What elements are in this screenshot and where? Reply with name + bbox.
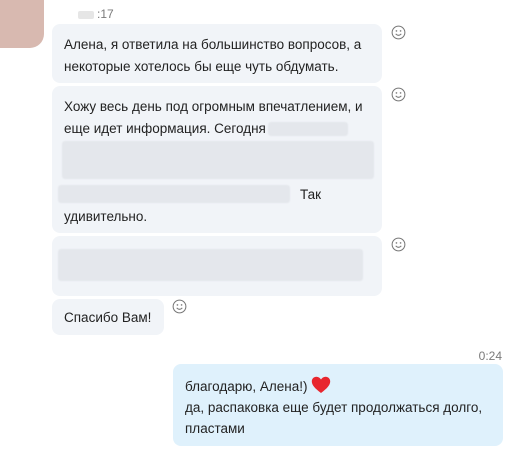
smiley-icon[interactable] — [391, 25, 406, 40]
message-text: некоторые хотелось бы еще чуть обдумать. — [64, 59, 339, 74]
redacted-text — [268, 122, 348, 136]
message-text: удивительно. — [64, 209, 148, 224]
sender-timestamp: :17 — [78, 7, 114, 21]
redacted-text — [62, 141, 374, 179]
message-bubble-incoming[interactable]: Алена, я ответила на большинство вопросо… — [52, 24, 382, 83]
redacted-text — [58, 249, 363, 281]
redacted-text — [58, 185, 290, 203]
message-text: Хожу весь день под огромным впечатлением… — [64, 99, 363, 114]
message-bubble-outgoing[interactable]: благодарю, Алена!) да, распаковка еще бу… — [173, 364, 503, 446]
smiley-icon[interactable] — [391, 87, 406, 102]
message-text: Спасибо Вам! — [64, 310, 152, 325]
smiley-icon[interactable] — [172, 299, 187, 314]
message-text: пластами — [185, 421, 245, 436]
message-bubble-incoming[interactable]: Спасибо Вам! — [52, 299, 164, 335]
message-text: да, распаковка еще будет продолжаться до… — [185, 400, 483, 415]
message-text: Алена, я ответила на большинство вопросо… — [64, 37, 362, 52]
message-text: благодарю, Алена!) — [185, 379, 308, 394]
sender-avatar[interactable] — [0, 0, 44, 48]
message-timestamp: 0:24 — [478, 349, 502, 363]
heart-icon — [312, 376, 331, 393]
redacted-name — [78, 10, 94, 19]
smiley-icon[interactable] — [391, 237, 406, 252]
